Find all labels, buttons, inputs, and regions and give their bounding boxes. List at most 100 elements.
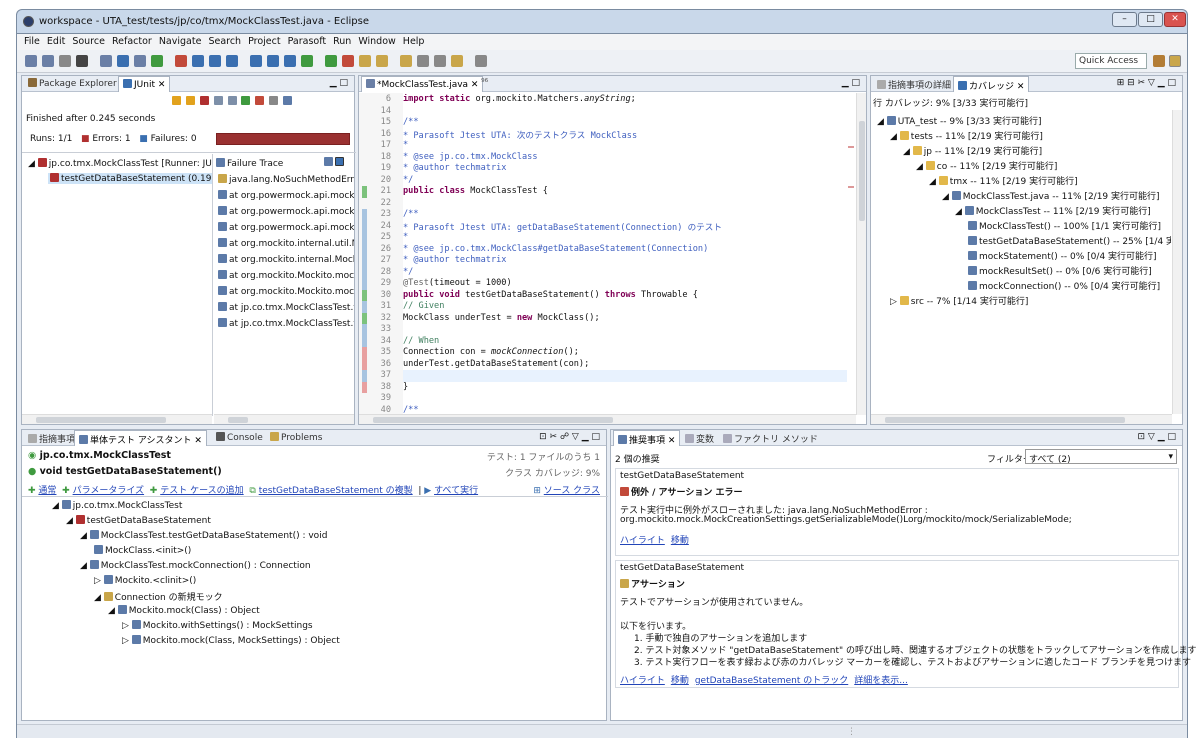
trace-scrollbar[interactable] (214, 414, 354, 424)
trace-line[interactable]: at org.powermock.api.mocki (218, 206, 354, 217)
menu-refactor[interactable]: Refactor (105, 34, 152, 47)
parasoft-perspective-icon[interactable] (1169, 55, 1181, 67)
filter-select[interactable]: すべて (2) ▾ (1025, 449, 1177, 465)
tree-scrollbar[interactable] (22, 414, 212, 424)
view-controls[interactable]: ▁ □ (330, 78, 348, 88)
assistant-tree-item[interactable]: ◢ testGetDataBaseStatement (66, 515, 211, 526)
view-controls[interactable]: ⊞ ⊟ ✂ ▽ ▁ □ (1117, 78, 1176, 88)
trace-line[interactable]: at jp.co.tmx.MockClassTest.t (218, 318, 354, 329)
editor-vscroll[interactable] (856, 93, 866, 415)
toolbar-icon[interactable] (226, 55, 238, 67)
coverage-tree-item[interactable]: ◢ jp -- 11% [2/19 実行可能行] (903, 144, 1042, 157)
next-failure-icon[interactable] (172, 96, 181, 105)
toolbar-icon[interactable] (376, 55, 388, 67)
toolbar-icon[interactable] (284, 55, 296, 67)
coverage-tree-item[interactable]: MockClassTest() -- 100% [1/1 実行可能行] (968, 219, 1161, 232)
menu-help[interactable]: Help (396, 34, 425, 47)
view-controls[interactable]: ▁ □ (842, 78, 860, 88)
recommendation-link[interactable]: 詳細を表示... (854, 676, 908, 686)
coverage-tree-item[interactable]: ◢ MockClassTest -- 11% [2/19 実行可能行] (955, 204, 1151, 217)
assistant-tree-item[interactable]: ▷ Mockito.withSettings() : MockSettings (122, 620, 313, 631)
action-duplicate-test[interactable]: testGetDataBaseStatement の複製 (259, 486, 413, 496)
trace-toolbar[interactable] (324, 157, 346, 168)
toolbar-icon[interactable] (475, 55, 487, 67)
trace-line[interactable]: at org.mockito.Mockito.mock (218, 270, 354, 281)
recommendation-link[interactable]: getDataBaseStatement のトラック (695, 676, 848, 686)
tab-package-explorer[interactable]: Package Explorer (24, 76, 121, 92)
trace-line[interactable]: java.lang.NoSuchMethodError (218, 174, 354, 185)
coverage-tree-item[interactable]: ◢ UTA_test -- 9% [3/33 実行可能行] (877, 114, 1042, 127)
trace-line[interactable]: at org.mockito.internal.Mock (218, 254, 354, 265)
layout-icon[interactable] (283, 96, 292, 105)
action-source-class[interactable]: ⊞ ソース クラス (533, 483, 600, 496)
view-controls[interactable]: ⊡ ▽ ▁ □ (1138, 432, 1176, 442)
toolbar-icon[interactable] (151, 55, 163, 67)
trace-line[interactable]: at org.powermock.api.mocki (218, 222, 354, 233)
tab-variables[interactable]: 変数 (681, 430, 718, 446)
code-area[interactable]: 6 import static org.mockito.Matchers.anyS… (359, 94, 847, 414)
recommendation-link[interactable]: 移動 (671, 536, 689, 546)
recommendation-link[interactable]: ハイライト (620, 676, 665, 686)
coverage-tree-item[interactable]: ◢ co -- 11% [2/19 実行可能行] (916, 159, 1057, 172)
trace-line[interactable]: at org.mockito.internal.util.M (218, 238, 354, 249)
toolbar-icon[interactable] (325, 55, 337, 67)
menu-project[interactable]: Project (241, 34, 281, 47)
assistant-tree-item[interactable]: MockClass.<init>() (94, 545, 191, 556)
toolbar-icon[interactable] (175, 55, 187, 67)
coverage-tree-item[interactable]: ▷ src -- 7% [1/14 実行可能行] (890, 294, 1028, 307)
toolbar-icon[interactable] (59, 55, 71, 67)
toolbar-icon[interactable] (400, 55, 412, 67)
minimize-button[interactable]: – (1112, 12, 1137, 27)
toolbar-icon[interactable] (301, 55, 313, 67)
assistant-tree-item[interactable]: ◢ MockClassTest.testGetDataBaseStatement… (80, 530, 327, 541)
tab-unit-test-assistant[interactable]: 単体テスト アシスタント ✕ (74, 430, 207, 446)
show-failures-icon[interactable] (199, 96, 209, 105)
menu-navigate[interactable]: Navigate (152, 34, 202, 47)
rerun-icon[interactable] (241, 96, 251, 105)
assistant-tree-item[interactable]: ▷ Mockito.<clinit>() (94, 575, 196, 586)
tab-console[interactable]: Console (212, 430, 267, 446)
stop-icon[interactable] (269, 96, 279, 105)
toolbar-icon[interactable] (434, 55, 446, 67)
toolbar-icon[interactable] (192, 55, 204, 67)
action-add-test-case[interactable]: テスト ケースの追加 (160, 486, 243, 496)
coverage-hscroll[interactable] (871, 414, 1172, 424)
tab-recommendations[interactable]: 推奨事項 ✕ (613, 430, 681, 446)
tab-issue-details[interactable]: 指摘事項の詳細 (873, 76, 955, 92)
assistant-tree-item[interactable]: ◢ MockClassTest.mockConnection() : Conne… (80, 560, 311, 571)
menu-source[interactable]: Source (65, 34, 105, 47)
toolbar-icon[interactable] (25, 55, 37, 67)
menu-run[interactable]: Run (326, 34, 351, 47)
action-normal[interactable]: 通常 (38, 486, 56, 496)
action-run-all[interactable]: すべて実行 (434, 486, 478, 496)
tab-mockclasstest-java[interactable]: *MockClassTest.java ✕ (361, 76, 484, 92)
editor-hscroll[interactable] (359, 414, 856, 424)
toolbar-icon[interactable] (267, 55, 279, 67)
maximize-button[interactable]: □ (1138, 12, 1163, 27)
toolbar-icon[interactable] (42, 55, 54, 67)
coverage-vscroll[interactable] (1172, 110, 1182, 414)
previous-failure-icon[interactable] (185, 96, 195, 105)
toolbar-icon[interactable] (134, 55, 146, 67)
toolbar-icon[interactable] (117, 55, 129, 67)
toolbar-icon[interactable] (451, 55, 463, 67)
toolbar-icon[interactable] (100, 55, 112, 67)
rerun-failed-icon[interactable] (255, 96, 265, 105)
coverage-tree-item[interactable]: mockStatement() -- 0% [0/4 実行可能行] (968, 249, 1157, 262)
perspective-icon[interactable] (1153, 55, 1165, 67)
toolbar-icon[interactable] (417, 55, 429, 67)
assistant-tree-item[interactable]: ◢ jp.co.tmx.MockClassTest (52, 500, 182, 511)
assistant-tree-item[interactable]: ▷ Mockito.mock(Class, MockSettings) : Ob… (122, 635, 340, 646)
coverage-tree-item[interactable]: mockConnection() -- 0% [0/4 実行可能行] (968, 279, 1160, 292)
tab-junit[interactable]: JUnit ✕ (118, 76, 171, 92)
scroll-lock-icon[interactable] (213, 96, 223, 105)
coverage-tree-item[interactable]: testGetDataBaseStatement() -- 25% [1/4 実 (968, 234, 1171, 247)
recommendation-link[interactable]: 移動 (671, 676, 689, 686)
tab-factory-methods[interactable]: ファクトリ メソッド (719, 430, 822, 446)
action-parameterize[interactable]: パラメータライズ (73, 486, 144, 496)
toolbar-icon[interactable] (359, 55, 371, 67)
menu-window[interactable]: Window (351, 34, 395, 47)
coverage-tree-item[interactable]: ◢ tests -- 11% [2/19 実行可能行] (890, 129, 1043, 142)
tab-coverage[interactable]: カバレッジ ✕ (953, 76, 1030, 92)
tree-item-test-class[interactable]: ◢ jp.co.tmx.MockClassTest [Runner: JU (28, 158, 212, 169)
